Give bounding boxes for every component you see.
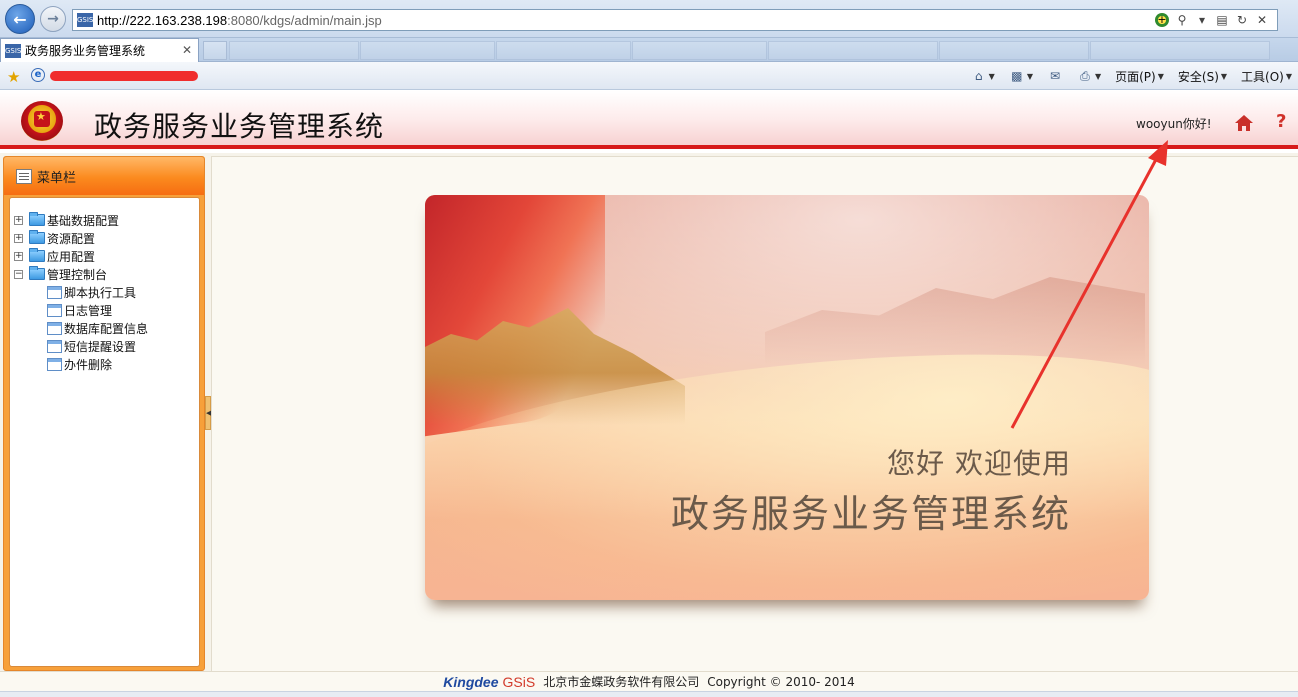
folder-icon [29,230,45,244]
tree-item-db-config[interactable]: 数据库配置信息 [10,319,199,337]
menu-tree: + 基础数据配置 + 资源配置 + 应用配置 − 管理控制台 脚本执行工具 日志… [9,197,200,667]
copyright-text: Copyright © 2010- 2014 [707,674,855,689]
page-icon [47,357,62,371]
expand-icon[interactable]: + [14,215,23,225]
expand-icon[interactable]: + [14,251,23,261]
tree-folder-apps[interactable]: + 应用配置 [10,247,199,265]
stop-icon[interactable]: ✕ [1255,13,1269,27]
url-path: :8080/kdgs/admin/main.jsp [227,12,382,28]
compat-icon[interactable]: + [1155,13,1169,27]
redaction-mark [50,71,198,81]
print-command[interactable]: ⎙ ▼ [1073,69,1105,83]
company-name: 北京市金蝶政务软件有限公司 [543,675,700,689]
safety-menu-label: 安全(S) [1177,69,1219,84]
url-text: http://222.163.238.198:8080/kdgs/admin/m… [97,13,382,28]
home-icon: ⌂ [974,69,983,83]
tools-menu[interactable]: 工具(O) ▼ [1237,68,1296,85]
url-tools: + ⚲ ▾ ▤ ↻ ✕ [1155,13,1269,27]
menu-sidebar: 菜单栏 + 基础数据配置 + 资源配置 + 应用配置 − 管理控制台 脚本执行工… [3,156,205,671]
mail-icon: ✉ [1049,69,1060,83]
browser-command-bar: ★ e ⌂ ▼ ▩ ▼ ✉ ⎙ ▼ 页面(P) ▼ 安全(S) ▼ 工具(O) ▼ [0,62,1298,90]
user-greeting: wooyun你好! [1136,117,1212,131]
folder-icon [29,212,45,226]
tab-inactive[interactable] [632,41,767,60]
page-icon [47,339,62,353]
tree-item-script-tool[interactable]: 脚本执行工具 [10,283,199,301]
dropdown-icon[interactable]: ▾ [1195,13,1209,27]
tree-folder-label: 资源配置 [47,231,96,246]
kingdee-logo: Kingdee [443,673,499,690]
tab-active[interactable]: GSIS 政务服务业务管理系统 ✕ [0,38,199,62]
gsis-logo: GSiS [502,673,536,690]
page-menu[interactable]: 页面(P) ▼ [1111,68,1168,85]
sidebar-title: 菜单栏 [37,170,77,186]
page-menu-label: 页面(P) [1115,69,1156,84]
url-host: http://222.163.238.198 [97,12,228,28]
url-field[interactable]: GSIS http://222.163.238.198:8080/kdgs/ad… [72,9,1278,31]
welcome-text: 您好 欢迎使用 [887,447,1071,480]
tab-inactive[interactable] [229,41,359,60]
forward-button[interactable]: → [40,6,66,32]
expand-icon[interactable]: + [14,233,23,243]
tree-item-sms[interactable]: 短信提醒设置 [10,337,199,355]
app-header: ★ 政务服务业务管理系统 wooyun你好! ? [0,91,1298,149]
ie-icon[interactable]: e [31,68,45,82]
welcome-banner: 您好 欢迎使用 政务服务业务管理系统 [425,195,1149,600]
tab-inactive[interactable] [768,41,938,60]
favorites-star-icon[interactable]: ★ [7,68,20,86]
banner-system-name: 政务服务业务管理系统 [670,492,1071,536]
tab-inactive[interactable] [360,41,495,60]
help-icon[interactable]: ? [1276,111,1286,132]
tree-folder-console[interactable]: − 管理控制台 [10,265,199,283]
browser-address-bar: ← → GSIS http://222.163.238.198:8080/kdg… [0,0,1298,38]
emblem-star-icon: ★ [36,110,46,123]
new-tab-button[interactable] [203,41,227,60]
tree-item-label: 短信提醒设置 [64,339,137,354]
tree-item-label: 日志管理 [64,303,113,318]
folder-icon [29,248,45,262]
tab-close-icon[interactable]: ✕ [182,43,192,57]
tree-folder-label: 管理控制台 [47,267,108,282]
sidebar-header: 菜单栏 [4,157,204,195]
safety-menu[interactable]: 安全(S) ▼ [1174,68,1231,85]
printer-icon: ⎙ [1080,69,1090,83]
refresh-icon[interactable]: ↻ [1235,13,1249,27]
tab-inactive[interactable] [496,41,631,60]
tree-folder-label: 基础数据配置 [47,213,120,228]
tree-folder-resources[interactable]: + 资源配置 [10,229,199,247]
page-icon [47,285,62,299]
menu-list-icon [16,168,32,184]
command-buttons: ⌂ ▼ ▩ ▼ ✉ ⎙ ▼ 页面(P) ▼ 安全(S) ▼ 工具(O) ▼ [967,62,1298,90]
site-favicon-icon: GSIS [77,13,93,27]
page-icon [47,303,62,317]
mail-command[interactable]: ✉ [1043,69,1067,83]
rss-icon: ▩ [1011,69,1023,83]
tab-title: 政务服务业务管理系统 [25,44,146,58]
home-command[interactable]: ⌂ ▼ [967,69,999,83]
page-icon [47,321,62,335]
search-icon[interactable]: ⚲ [1175,13,1189,27]
browser-tab-bar: GSIS 政务服务业务管理系统 ✕ [0,38,1298,62]
page-footer: Kingdee GSiS 北京市金蝶政务软件有限公司 Copyright © 2… [0,671,1298,691]
tree-item-logs[interactable]: 日志管理 [10,301,199,319]
back-button[interactable]: ← [5,4,35,34]
home-icon[interactable] [1234,113,1254,133]
tab-favicon-icon: GSIS [5,43,21,58]
tree-item-label: 办件删除 [64,357,113,372]
tab-inactive[interactable] [939,41,1089,60]
folder-open-icon [29,266,45,280]
tree-folder-basic-data[interactable]: + 基础数据配置 [10,211,199,229]
app-title: 政务服务业务管理系统 [94,110,385,143]
feeds-command[interactable]: ▩ ▼ [1005,69,1037,83]
collapse-icon[interactable]: − [14,269,23,279]
tree-item-delete-case[interactable]: 办件删除 [10,355,199,373]
tree-folder-label: 应用配置 [47,249,96,264]
tab-inactive[interactable] [1090,41,1270,60]
tree-item-label: 数据库配置信息 [64,321,149,336]
browser-status-bar [0,691,1298,697]
tools-menu-label: 工具(O) [1241,69,1284,84]
tree-item-label: 脚本执行工具 [64,285,137,300]
compat-view-icon[interactable]: ▤ [1215,13,1229,27]
national-emblem-logo: ★ [21,101,63,141]
